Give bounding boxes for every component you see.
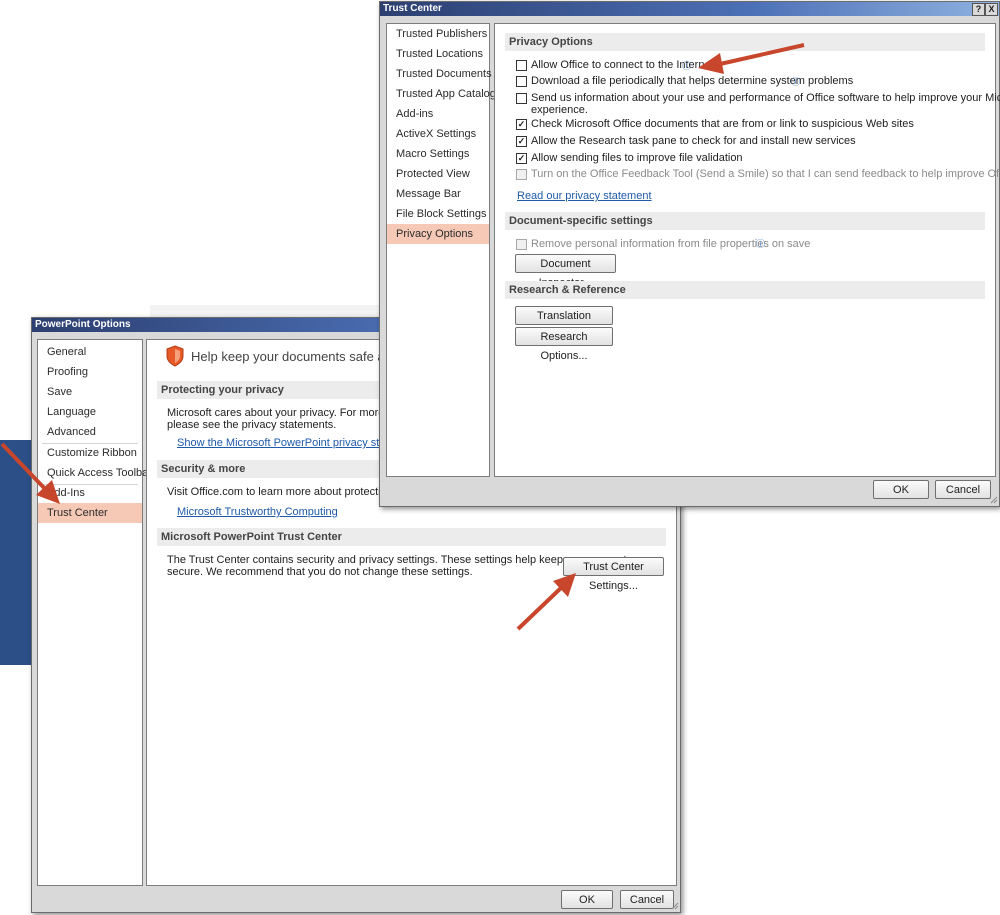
trust-center-text-line2: secure. We recommend that you do not cha…: [167, 566, 473, 578]
ppt-ok-button[interactable]: OK: [561, 890, 613, 909]
label-check-suspicious-sites: Check Microsoft Office documents that ar…: [531, 118, 914, 130]
checkbox-check-suspicious-sites[interactable]: ✓: [516, 119, 527, 130]
trust-center-nav: Trusted Publishers Trusted Locations Tru…: [386, 23, 501, 477]
section-document-specific: Document-specific settings: [505, 212, 985, 230]
nav-item-activex-settings[interactable]: ActiveX Settings: [387, 124, 489, 144]
checkbox-remove-personal-info: [516, 239, 527, 250]
checkbox-feedback-tool: [516, 169, 527, 180]
label-feedback-tool: Turn on the Office Feedback Tool (Send a…: [531, 168, 1000, 180]
trust-center-ok-button[interactable]: OK: [873, 480, 929, 499]
nav-item-macro-settings[interactable]: Macro Settings: [387, 144, 489, 164]
arrow-to-trust-center-settings-icon: [516, 573, 576, 631]
info-icon[interactable]: ⓘ: [791, 75, 800, 88]
translation-options-button[interactable]: Translation Options...: [515, 306, 613, 341]
nav-item-privacy-options[interactable]: Privacy Options: [387, 224, 489, 244]
checkbox-send-information[interactable]: [516, 93, 527, 104]
label-download-file: Download a file periodically that helps …: [531, 75, 854, 87]
label-file-validation: Allow sending files to improve file vali…: [531, 152, 743, 164]
close-button[interactable]: X: [985, 3, 998, 16]
trust-center-dialog: Trust Center ? X Trusted Publishers Trus…: [379, 1, 1000, 507]
nav-item-advanced[interactable]: Advanced: [38, 422, 142, 442]
section-research-reference: Research & Reference: [505, 281, 985, 299]
nav-item-trusted-locations[interactable]: Trusted Locations: [387, 44, 489, 64]
arrow-to-connect-internet-icon: [698, 43, 805, 74]
label-send-information: Send us information about your use and p…: [531, 92, 1000, 104]
trust-center-titlebar: Trust Center: [380, 2, 999, 16]
trustworthy-computing-link[interactable]: Microsoft Trustworthy Computing: [177, 506, 338, 518]
label-research-task-pane: Allow the Research task pane to check fo…: [531, 135, 856, 147]
nav-item-file-block-settings[interactable]: File Block Settings: [387, 204, 489, 224]
nav-item-trusted-app-catalogs[interactable]: Trusted App Catalogs: [387, 84, 501, 104]
nav-item-trusted-documents[interactable]: Trusted Documents: [387, 64, 492, 84]
ppt-cancel-button[interactable]: Cancel: [620, 890, 674, 909]
arrow-to-trust-center-nav-icon: [0, 442, 60, 504]
nav-item-trusted-publishers[interactable]: Trusted Publishers: [387, 24, 489, 44]
privacy-text-line2: please see the privacy statements.: [167, 419, 337, 431]
checkbox-download-file[interactable]: [516, 76, 527, 87]
help-button[interactable]: ?: [972, 3, 985, 16]
nav-item-save[interactable]: Save: [38, 382, 142, 402]
section-ppt-trust-center: Microsoft PowerPoint Trust Center: [157, 528, 666, 546]
close-icon: X: [988, 4, 995, 14]
label-remove-personal-info: Remove personal information from file pr…: [531, 238, 811, 250]
info-icon[interactable]: ⓘ: [756, 237, 765, 250]
nav-item-protected-view[interactable]: Protected View: [387, 164, 489, 184]
read-privacy-statement-link[interactable]: Read our privacy statement: [517, 190, 652, 202]
help-icon: ?: [975, 4, 982, 14]
checkbox-file-validation[interactable]: ✓: [516, 153, 527, 164]
label-send-information-cont: experience.: [531, 104, 588, 116]
checkbox-connect-internet[interactable]: [516, 60, 527, 71]
shield-icon: [166, 345, 184, 367]
research-options-button[interactable]: Research Options...: [515, 327, 613, 362]
document-inspector-button[interactable]: Document Inspector...: [515, 254, 616, 289]
trust-center-main: Privacy Options Allow Office to connect …: [494, 23, 1000, 477]
nav-item-general[interactable]: General: [38, 342, 142, 362]
nav-item-language[interactable]: Language: [38, 402, 142, 422]
nav-item-message-bar[interactable]: Message Bar: [387, 184, 489, 204]
ppt-options-nav: General Proofing Save Language Advanced …: [37, 339, 152, 886]
nav-item-add-ins[interactable]: Add-ins: [387, 104, 489, 124]
trust-center-cancel-button[interactable]: Cancel: [935, 480, 991, 499]
resize-grip-icon[interactable]: [669, 900, 679, 910]
nav-item-proofing[interactable]: Proofing: [38, 362, 142, 382]
checkbox-research-task-pane[interactable]: ✓: [516, 136, 527, 147]
resize-grip-icon[interactable]: [988, 494, 998, 504]
